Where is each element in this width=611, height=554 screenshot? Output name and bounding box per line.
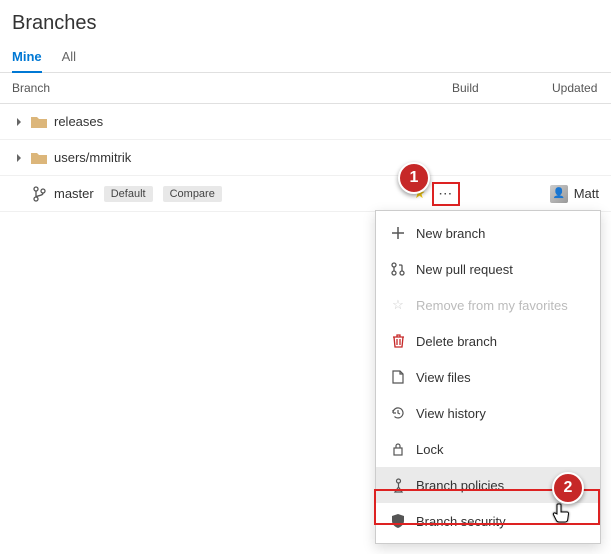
column-headers: Branch Build Updated [0,73,611,104]
folder-label: releases [54,114,103,129]
shield-icon [390,513,406,529]
updated-cell: 👤 Matt [550,185,599,203]
trash-icon [390,333,406,349]
menu-new-pull-request[interactable]: New pull request [376,251,600,287]
branch-row-master[interactable]: master Default Compare ★ ⋯ 👤 Matt [0,176,611,212]
folder-icon [30,113,48,131]
plus-icon [390,225,406,241]
policy-icon [390,477,406,493]
default-badge: Default [104,186,153,202]
pull-request-icon [390,261,406,277]
lock-icon [390,441,406,457]
branch-icon [30,185,48,203]
file-icon [390,369,406,385]
callout-1: 1 [398,162,430,194]
folder-row-releases[interactable]: releases [0,104,611,140]
menu-view-history[interactable]: View history [376,395,600,431]
menu-label: Remove from my favorites [416,298,568,313]
tab-all[interactable]: All [62,43,76,72]
chevron-right-icon[interactable] [12,154,26,162]
callout-2: 2 [552,472,584,504]
menu-new-branch[interactable]: New branch [376,215,600,251]
menu-lock[interactable]: Lock [376,431,600,467]
user-name: Matt [574,186,599,201]
avatar: 👤 [550,185,568,203]
menu-label: Lock [416,442,443,457]
col-updated[interactable]: Updated [552,81,599,95]
compare-badge: Compare [163,186,222,202]
menu-remove-favorites: ☆ Remove from my favorites [376,287,600,323]
folder-label: users/mmitrik [54,150,131,165]
history-icon [390,405,406,421]
menu-label: Delete branch [416,334,497,349]
branch-label: master [54,186,94,201]
more-actions-button[interactable]: ⋯ [432,182,460,206]
menu-label: View files [416,370,471,385]
tab-mine[interactable]: Mine [12,43,42,72]
menu-label: New pull request [416,262,513,277]
menu-delete-branch[interactable]: Delete branch [376,323,600,359]
branch-rows: releases users/mmitrik master Default Co… [0,104,611,212]
menu-label: View history [416,406,486,421]
menu-view-files[interactable]: View files [376,359,600,395]
col-branch[interactable]: Branch [12,81,452,95]
page-title: Branches [0,0,611,43]
menu-label: Branch security [416,514,506,529]
folder-row-users[interactable]: users/mmitrik [0,140,611,176]
folder-icon [30,149,48,167]
menu-label: New branch [416,226,485,241]
menu-label: Branch policies [416,478,504,493]
col-build[interactable]: Build [452,81,552,95]
star-outline-icon: ☆ [390,297,406,313]
tabs: Mine All [0,43,611,73]
chevron-right-icon[interactable] [12,118,26,126]
cursor-pointer-icon [552,503,572,528]
